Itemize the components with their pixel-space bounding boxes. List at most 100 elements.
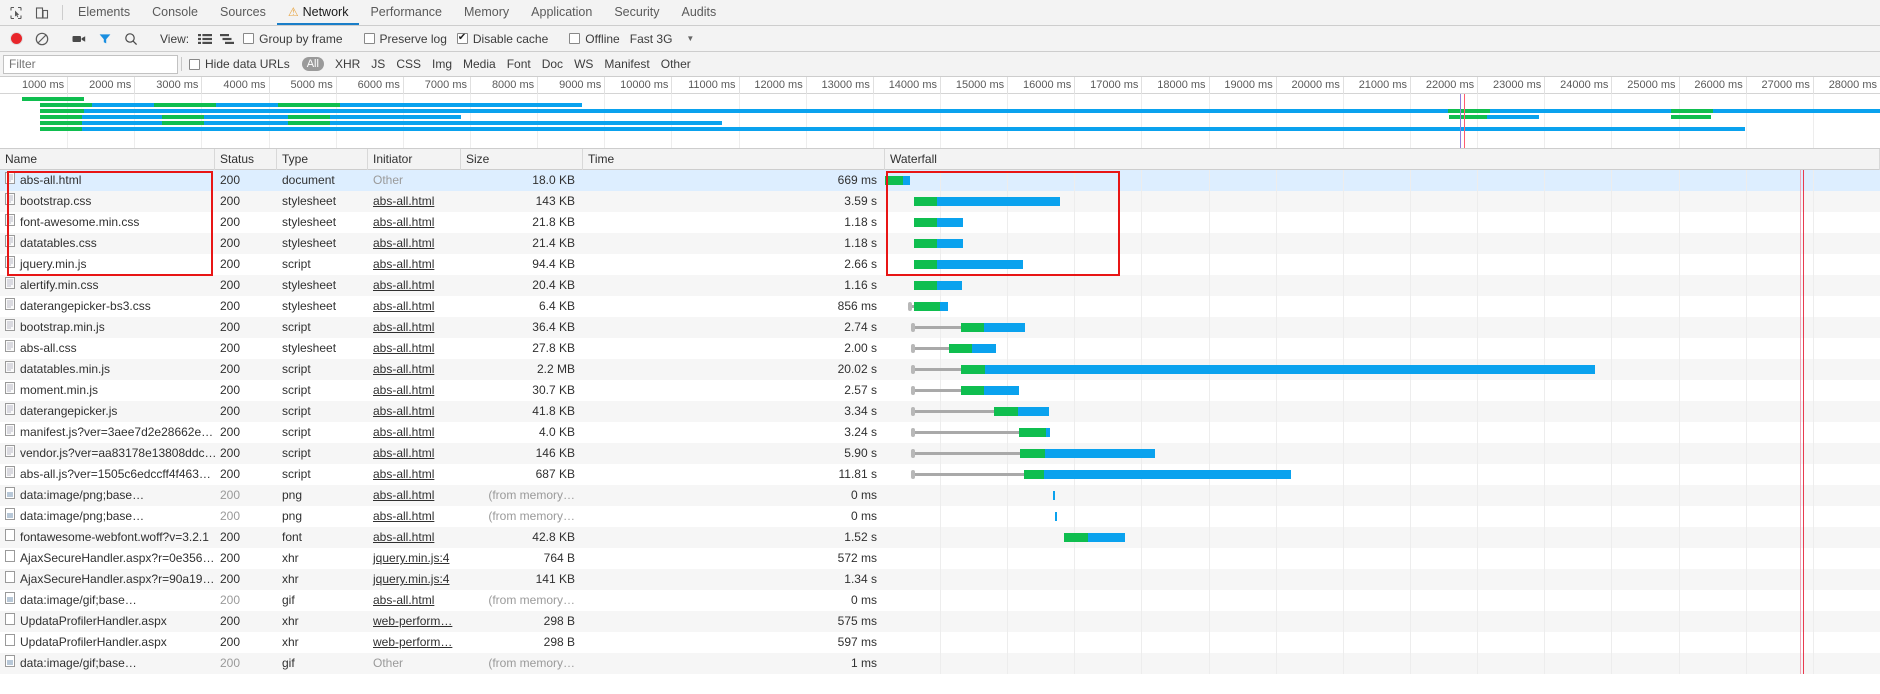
cell-name[interactable]: abs-all.js?ver=1505c6edccff4f463…: [0, 464, 215, 485]
initiator-link[interactable]: abs-all.html: [373, 320, 434, 334]
hide-data-urls-checkbox[interactable]: Hide data URLs: [189, 57, 290, 71]
cell-waterfall[interactable]: [885, 254, 1880, 275]
tab-performance[interactable]: Performance: [359, 0, 453, 25]
cell-name[interactable]: UpdataProfilerHandler.aspx: [0, 632, 215, 653]
initiator-link[interactable]: abs-all.html: [373, 425, 434, 439]
tab-console[interactable]: Console: [141, 0, 209, 25]
waterfall-bar[interactable]: [914, 407, 1049, 416]
type-filter-js[interactable]: JS: [371, 57, 385, 71]
table-row[interactable]: data:image/png;base… 200 png abs-all.html (f…: [0, 485, 1880, 506]
cell-name[interactable]: AjaxSecureHandler.aspx?r=0e356…: [0, 548, 215, 569]
cell-waterfall[interactable]: [885, 527, 1880, 548]
column-header-name[interactable]: Name: [0, 148, 215, 170]
type-filter-css[interactable]: CSS: [396, 57, 421, 71]
table-row[interactable]: daterangepicker-bs3.css 200 stylesheet abs-…: [0, 296, 1880, 317]
cell-waterfall[interactable]: [885, 380, 1880, 401]
waterfall-bar[interactable]: [914, 260, 1023, 269]
type-filter-xhr[interactable]: XHR: [335, 57, 360, 71]
table-row[interactable]: UpdataProfilerHandler.aspx 200 xhr web-perf…: [0, 611, 1880, 632]
tab-memory[interactable]: Memory: [453, 0, 520, 25]
cell-name[interactable]: data:image/png;base…: [0, 485, 215, 506]
waterfall-bar[interactable]: [914, 449, 1155, 458]
initiator-link[interactable]: abs-all.html: [373, 383, 434, 397]
table-row[interactable]: AjaxSecureHandler.aspx?r=0e356… 200 xhr jqu…: [0, 548, 1880, 569]
cell-waterfall[interactable]: [885, 422, 1880, 443]
initiator-link[interactable]: abs-all.html: [373, 215, 434, 229]
cell-waterfall[interactable]: [885, 359, 1880, 380]
cell-name[interactable]: UpdataProfilerHandler.aspx: [0, 611, 215, 632]
cell-name[interactable]: AjaxSecureHandler.aspx?r=90a19…: [0, 569, 215, 590]
table-row[interactable]: font-awesome.min.css 200 stylesheet abs-all…: [0, 212, 1880, 233]
cell-name[interactable]: moment.min.js: [0, 380, 215, 401]
column-header-size[interactable]: Size: [461, 148, 583, 170]
filter-input[interactable]: [3, 54, 178, 74]
waterfall-bar[interactable]: [914, 281, 962, 290]
group-by-frame-checkbox[interactable]: Group by frame: [243, 32, 343, 46]
filter-funnel-button[interactable]: [93, 27, 117, 51]
group-by-frame-box[interactable]: [243, 33, 255, 44]
initiator-link[interactable]: web-perform…: [373, 614, 452, 628]
table-row[interactable]: alertify.min.css 200 stylesheet abs-all.htm…: [0, 275, 1880, 296]
cell-waterfall[interactable]: [885, 233, 1880, 254]
cell-waterfall[interactable]: [885, 653, 1880, 674]
table-row[interactable]: jquery.min.js 200 script abs-all.html 94.4 K…: [0, 254, 1880, 275]
cell-name[interactable]: abs-all.css: [0, 338, 215, 359]
initiator-link[interactable]: abs-all.html: [373, 488, 434, 502]
column-header-status[interactable]: Status: [215, 148, 277, 170]
cell-name[interactable]: data:image/gif;base…: [0, 590, 215, 611]
waterfall-bar[interactable]: [914, 197, 1060, 206]
table-row[interactable]: data:image/gif;base… 200 gif abs-all.html (f…: [0, 590, 1880, 611]
initiator-link[interactable]: abs-all.html: [373, 593, 434, 607]
waterfall-bar[interactable]: [914, 239, 963, 248]
table-row[interactable]: datatables.css 200 stylesheet abs-all.html 2…: [0, 233, 1880, 254]
cell-waterfall[interactable]: [885, 464, 1880, 485]
cell-waterfall[interactable]: [885, 191, 1880, 212]
initiator-link[interactable]: abs-all.html: [373, 404, 434, 418]
tab-audits[interactable]: Audits: [670, 0, 727, 25]
cell-waterfall[interactable]: [885, 548, 1880, 569]
hide-data-urls-box[interactable]: [189, 58, 200, 70]
cell-waterfall[interactable]: [885, 275, 1880, 296]
waterfall-bar[interactable]: [1064, 533, 1125, 542]
preserve-log-box[interactable]: [363, 33, 375, 44]
waterfall-bar[interactable]: [914, 365, 1595, 374]
waterfall-view-button[interactable]: [217, 30, 237, 48]
type-filter-font[interactable]: Font: [507, 57, 531, 71]
table-row[interactable]: AjaxSecureHandler.aspx?r=90a19… 200 xhr jqu…: [0, 569, 1880, 590]
cell-waterfall[interactable]: [885, 569, 1880, 590]
initiator-link[interactable]: abs-all.html: [373, 299, 434, 313]
type-filter-ws[interactable]: WS: [574, 57, 593, 71]
initiator-link[interactable]: abs-all.html: [373, 509, 434, 523]
table-row[interactable]: daterangepicker.js 200 script abs-all.html 4…: [0, 401, 1880, 422]
cell-name[interactable]: vendor.js?ver=aa83178e13808ddc…: [0, 443, 215, 464]
cell-waterfall[interactable]: [885, 170, 1880, 191]
column-header-waterfall[interactable]: Waterfall: [885, 148, 1880, 170]
cell-name[interactable]: jquery.min.js: [0, 254, 215, 275]
table-row[interactable]: moment.min.js 200 script abs-all.html 30.7 K…: [0, 380, 1880, 401]
camera-button[interactable]: [67, 27, 91, 51]
type-filter-manifest[interactable]: Manifest: [604, 57, 649, 71]
waterfall-bar[interactable]: [914, 386, 1019, 395]
waterfall-bar[interactable]: [914, 218, 963, 227]
table-row[interactable]: bootstrap.css 200 stylesheet abs-all.html 14…: [0, 191, 1880, 212]
waterfall-bar[interactable]: [914, 470, 1291, 479]
inspect-element-icon[interactable]: [4, 1, 28, 25]
initiator-link[interactable]: abs-all.html: [373, 194, 434, 208]
offline-checkbox[interactable]: Offline: [569, 32, 620, 46]
initiator-link[interactable]: web-perform…: [373, 635, 452, 649]
cell-name[interactable]: bootstrap.css: [0, 191, 215, 212]
initiator-link[interactable]: jquery.min.js:4: [373, 572, 449, 586]
initiator-link[interactable]: abs-all.html: [373, 278, 434, 292]
column-header-initiator[interactable]: Initiator: [368, 148, 461, 170]
table-row[interactable]: UpdataProfilerHandler.aspx 200 xhr web-perf…: [0, 632, 1880, 653]
cell-name[interactable]: daterangepicker.js: [0, 401, 215, 422]
initiator-link[interactable]: abs-all.html: [373, 467, 434, 481]
waterfall-bar[interactable]: [914, 344, 996, 353]
disable-cache-box[interactable]: [456, 32, 468, 44]
cell-name[interactable]: datatables.min.js: [0, 359, 215, 380]
cell-waterfall[interactable]: [885, 401, 1880, 422]
waterfall-bar[interactable]: [914, 428, 1050, 437]
cell-name[interactable]: font-awesome.min.css: [0, 212, 215, 233]
cell-name[interactable]: fontawesome-webfont.woff?v=3.2.1: [0, 527, 215, 548]
cell-waterfall[interactable]: [885, 632, 1880, 653]
